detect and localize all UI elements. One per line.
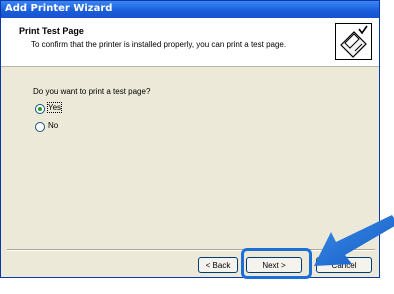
radio-circle[interactable]: [35, 104, 45, 114]
radio-selected-dot: [38, 107, 42, 111]
back-button[interactable]: < Back: [198, 257, 238, 273]
window-title: Add Printer Wizard: [5, 3, 113, 14]
radio-no[interactable]: No: [35, 121, 95, 133]
page-subtitle: To confirm that the printer is installed…: [31, 40, 287, 49]
radio-circle[interactable]: [35, 122, 45, 132]
next-button[interactable]: Next >: [246, 257, 302, 273]
add-printer-wizard-window: Add Printer Wizard Print Test Page To co…: [0, 0, 380, 279]
printer-check-icon: [335, 23, 372, 60]
title-bar[interactable]: Add Printer Wizard: [1, 1, 379, 18]
wizard-header: Print Test Page To confirm that the prin…: [1, 18, 379, 67]
radio-yes-label[interactable]: Yes: [46, 102, 63, 113]
wizard-body: Do you want to print a test page? Yes No: [1, 67, 379, 245]
test-page-question: Do you want to print a test page?: [33, 87, 151, 96]
radio-yes[interactable]: Yes: [35, 102, 95, 115]
radio-no-label[interactable]: No: [48, 121, 58, 130]
cancel-button[interactable]: Cancel: [316, 257, 372, 273]
button-divider: [7, 249, 375, 251]
page-title: Print Test Page: [19, 26, 84, 36]
